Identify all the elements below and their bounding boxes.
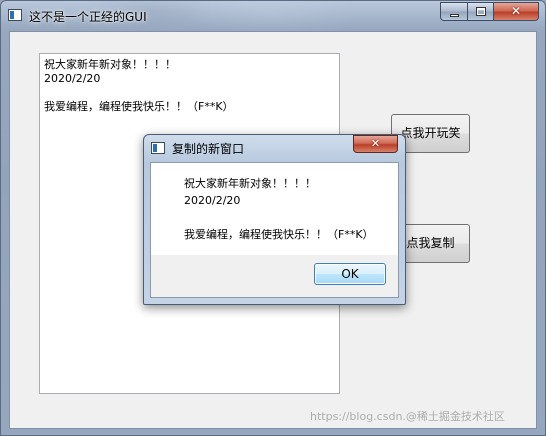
text-line [44, 86, 335, 100]
window-title: 这不是一个正经的GUI [29, 10, 147, 24]
copy-dialog: 复制的新窗口 祝大家新年新对象！！！！ 2020/2/20 我爱编程，编程使我快… [143, 134, 406, 305]
main-titlebar[interactable]: 这不是一个正经的GUI [1, 1, 545, 31]
dialog-close-icon[interactable] [353, 135, 398, 153]
caption-buttons [440, 2, 539, 21]
dialog-app-icon [151, 142, 165, 154]
watermark: https://blog.csdn.@稀土掘金技术社区 [310, 410, 505, 423]
dialog-text-line: 2020/2/20 [184, 194, 241, 207]
maximize-icon[interactable] [467, 2, 493, 21]
dialog-title: 复制的新窗口 [172, 142, 245, 156]
dialog-message-panel: 祝大家新年新对象！！！！ 2020/2/20 我爱编程，编程使我快乐！！（F**… [151, 163, 398, 255]
text-line: 我爱编程，编程使我快乐！！（F**K） [44, 100, 234, 113]
minimize-icon[interactable] [440, 2, 467, 21]
text-line: 祝大家新年新对象！！！！ [44, 58, 176, 71]
dialog-body: 祝大家新年新对象！！！！ 2020/2/20 我爱编程，编程使我快乐！！（F**… [150, 162, 399, 298]
window-app-icon [8, 9, 22, 21]
close-icon[interactable] [493, 2, 539, 21]
ok-button[interactable]: OK [314, 263, 386, 285]
dialog-message: 祝大家新年新对象！！！！ 2020/2/20 我爱编程，编程使我快乐！！（F**… [184, 175, 374, 243]
dialog-text-line: 我爱编程，编程使我快乐！！（F**K） [184, 228, 374, 241]
dialog-text-line [184, 209, 374, 226]
text-line: 2020/2/20 [44, 72, 101, 85]
dialog-text-line: 祝大家新年新对象！！！！ [184, 177, 316, 190]
